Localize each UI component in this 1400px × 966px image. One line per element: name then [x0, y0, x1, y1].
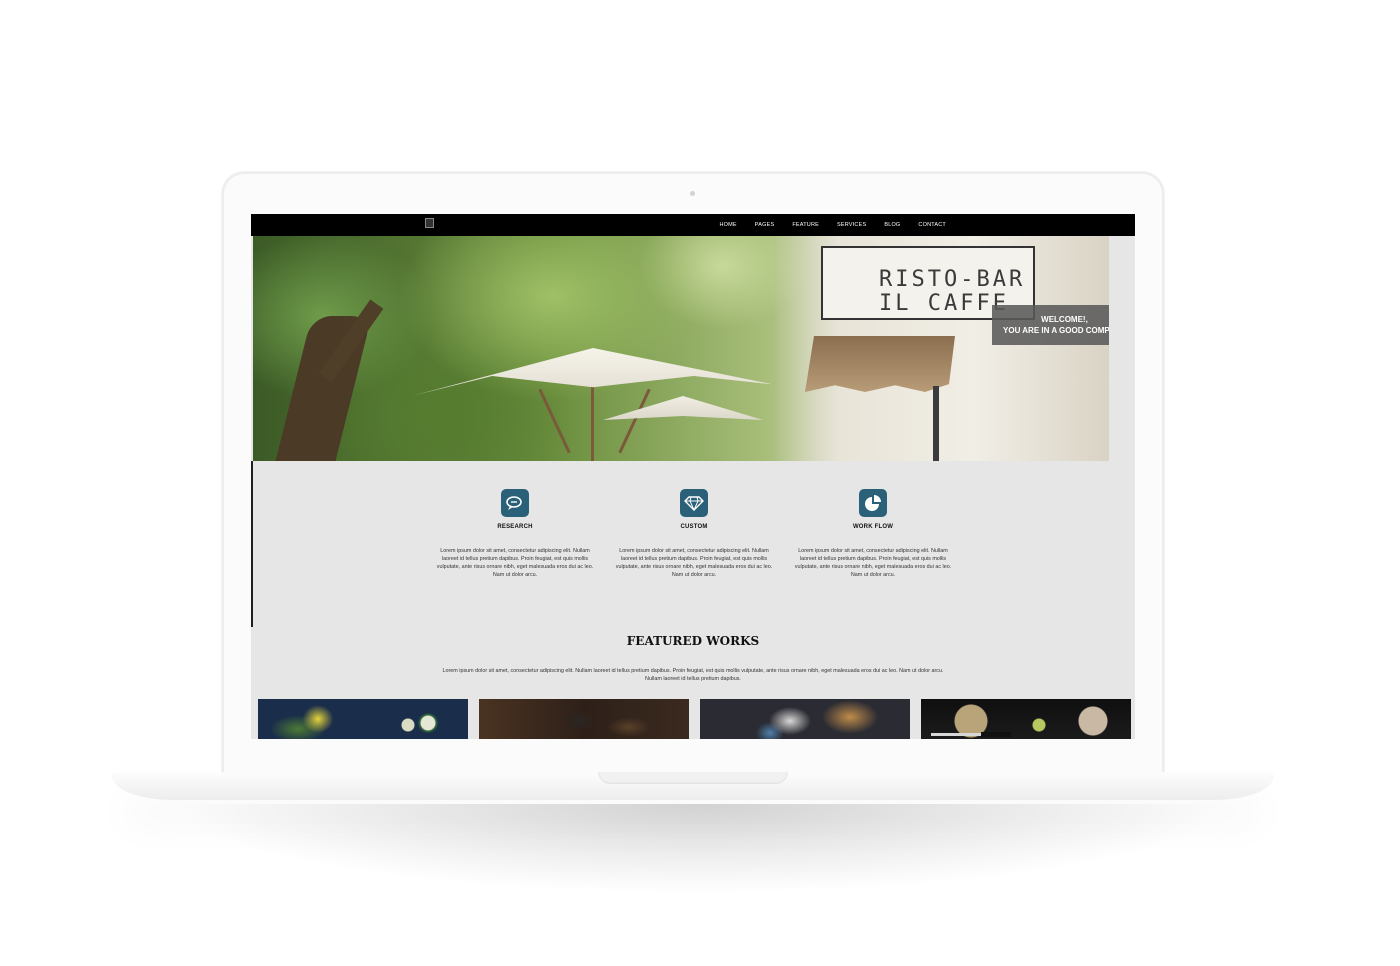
logo-broken-image-icon[interactable] [425, 218, 434, 228]
feature-title: RESEARCH [497, 524, 533, 530]
knife-handle [981, 732, 1011, 737]
featured-works-gallery [258, 699, 1131, 739]
nav-blog[interactable]: BLOG [875, 214, 909, 236]
nav-services[interactable]: SERVICES [828, 214, 875, 236]
feature-text: Lorem ipsum dolor sit amet, consectetur … [436, 548, 594, 578]
feature-text: Lorem ipsum dolor sit amet, consectetur … [794, 548, 952, 578]
hero-image: RISTO-BAR IL CAFFE WELCOME!, YOU ARE IN … [253, 236, 1109, 461]
top-navbar: HOME PAGES FEATURE SERVICES BLOG CONTACT [251, 214, 1135, 236]
feature-text: Lorem ipsum dolor sit amet, consectetur … [615, 548, 773, 578]
features-section: RESEARCH Lorem ipsum dolor sit amet, con… [251, 461, 1135, 641]
laptop-base [112, 772, 1274, 800]
work-thumbnail-dining-table[interactable] [700, 699, 910, 739]
umbrella-pole [591, 386, 594, 461]
work-thumbnail-mortar[interactable] [479, 699, 689, 739]
feature-work-flow: WORK FLOW Lorem ipsum dolor sit amet, co… [793, 489, 953, 579]
diamond-icon [680, 489, 708, 517]
pie-chart-icon [859, 489, 887, 517]
work-thumbnail-food-flatlay[interactable] [258, 699, 468, 739]
welcome-line-1: WELCOME!, [1041, 315, 1088, 324]
laptop-notch [598, 772, 788, 784]
nav-feature[interactable]: FEATURE [783, 214, 828, 236]
laptop-shadow [170, 804, 1230, 894]
featured-works-text: Lorem ipsum dolor sit amet, consectetur … [442, 668, 944, 682]
main-nav: HOME PAGES FEATURE SERVICES BLOG CONTACT [710, 214, 955, 236]
welcome-banner: WELCOME!, YOU ARE IN A GOOD COMPANY [992, 305, 1109, 345]
awning-fringe [805, 336, 955, 392]
nav-home[interactable]: HOME [710, 214, 745, 236]
speech-bubbles-icon [501, 489, 529, 517]
feature-title: WORK FLOW [852, 524, 894, 530]
nav-contact[interactable]: CONTACT [909, 214, 955, 236]
website-screen: HOME PAGES FEATURE SERVICES BLOG CONTACT… [251, 214, 1135, 739]
feature-custom: CUSTOM Lorem ipsum dolor sit amet, conse… [614, 489, 774, 579]
camera-dot [690, 191, 695, 196]
welcome-line-2: YOU ARE IN A GOOD COMPANY [1003, 326, 1109, 335]
awning-line-1: RISTO-BAR [879, 267, 1026, 292]
sign-post [933, 386, 939, 461]
nav-pages[interactable]: PAGES [746, 214, 784, 236]
feature-title: CUSTOM [680, 524, 708, 530]
work-thumbnail-cutting-board[interactable] [921, 699, 1131, 739]
featured-works-title: FEATURED WORKS [626, 634, 760, 648]
feature-research: RESEARCH Lorem ipsum dolor sit amet, con… [435, 489, 595, 579]
